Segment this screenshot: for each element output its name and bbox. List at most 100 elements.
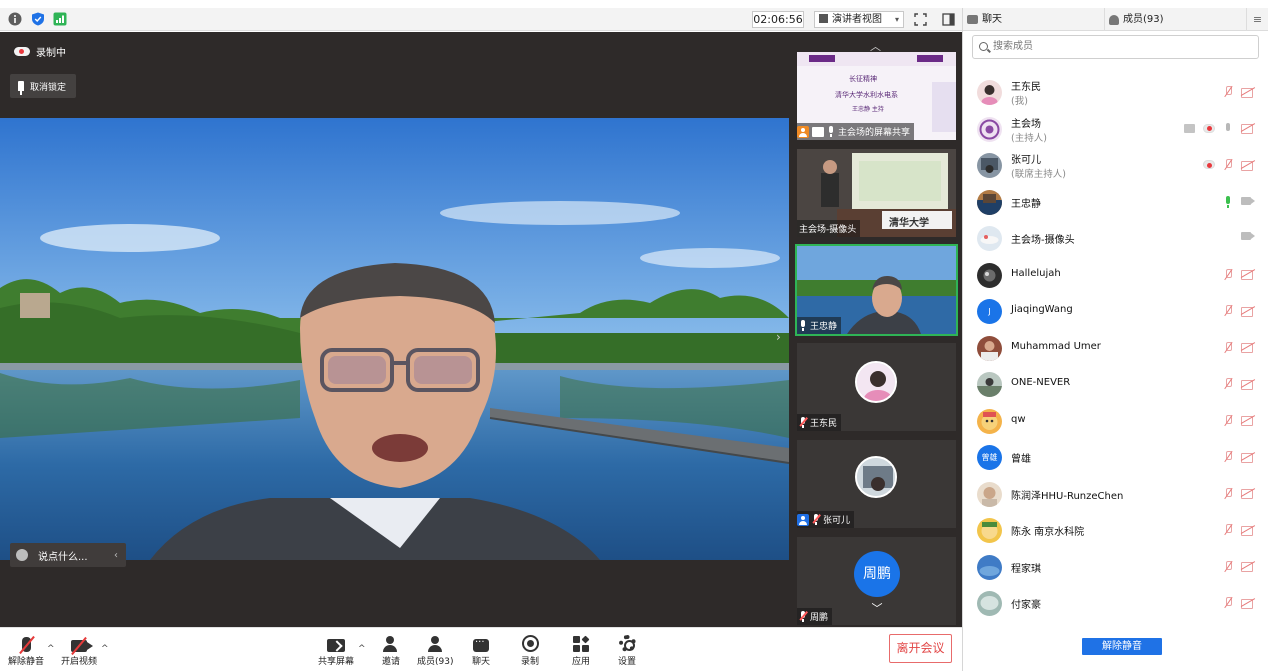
- tab-members[interactable]: 成员(93): [1109, 8, 1164, 31]
- camera-off-icon[interactable]: [1241, 160, 1255, 171]
- mic-off-icon[interactable]: [1223, 487, 1233, 500]
- members-button[interactable]: 成员(93): [417, 632, 453, 667]
- camera-off-icon[interactable]: [1241, 306, 1255, 317]
- mic-off-icon[interactable]: [1223, 341, 1233, 354]
- chat-button[interactable]: 聊天: [469, 632, 493, 667]
- avatar: 周鹏: [854, 551, 900, 597]
- member-row[interactable]: Hallelujah: [963, 257, 1268, 294]
- chat-input-bar[interactable]: 说点什么... ‹: [10, 543, 126, 567]
- mic-off-icon: [18, 635, 35, 655]
- mic-off-icon[interactable]: [1223, 304, 1233, 317]
- avatar: [855, 456, 897, 498]
- member-row[interactable]: J JiaqingWang: [963, 293, 1268, 330]
- member-row[interactable]: qw: [963, 403, 1268, 440]
- leave-meeting-button[interactable]: 离开会议: [889, 634, 952, 663]
- share-screen-button[interactable]: 共享屏幕: [318, 632, 354, 667]
- chat-icon: [967, 15, 978, 24]
- mic-off-icon[interactable]: [1223, 560, 1233, 573]
- member-row[interactable]: 付家豪: [963, 585, 1268, 622]
- member-row[interactable]: 陈润泽HHU-RunzeChen: [963, 476, 1268, 513]
- thumbnail-screen-share[interactable]: 长征精神 清华大学水利水电系 王忠静 主持 主会场的屏幕共享: [797, 52, 956, 140]
- signal-icon[interactable]: [53, 12, 67, 26]
- member-row[interactable]: 主会场 (主持人): [963, 111, 1268, 148]
- member-row[interactable]: 王东民 (我): [963, 74, 1268, 111]
- camera-off-icon[interactable]: [1241, 415, 1255, 426]
- search-members-input[interactable]: 搜索成员: [972, 35, 1259, 59]
- record-button[interactable]: 录制: [518, 632, 542, 667]
- cloud-record-icon[interactable]: [1203, 160, 1215, 169]
- camera-icon[interactable]: [1241, 231, 1255, 241]
- camera-icon[interactable]: [1241, 196, 1255, 206]
- emoji-icon[interactable]: [16, 549, 28, 561]
- info-icon[interactable]: [8, 12, 22, 26]
- avatar: [977, 262, 1002, 288]
- mic-icon: [799, 320, 807, 331]
- member-name: 陈润泽HHU-RunzeChen: [1011, 490, 1124, 502]
- thumbnail-camera[interactable]: 清华大学 主会场-摄像头: [797, 149, 956, 237]
- cloud-record-icon[interactable]: [1203, 123, 1215, 133]
- mic-off-icon: [799, 417, 808, 428]
- fullscreen-button[interactable]: [912, 11, 929, 28]
- panel-menu-button[interactable]: ≡: [1246, 8, 1268, 31]
- start-video-button[interactable]: 开启视频: [60, 632, 98, 667]
- chat-placeholder[interactable]: 说点什么...: [38, 548, 88, 563]
- member-status-icons: [1223, 596, 1255, 609]
- member-row[interactable]: 陈永 南京水科院: [963, 512, 1268, 549]
- mic-active-icon[interactable]: [1223, 195, 1233, 208]
- camera-off-icon[interactable]: [1241, 342, 1255, 353]
- member-row[interactable]: Muhammad Umer: [963, 330, 1268, 367]
- pin-icon: [18, 81, 24, 95]
- mic-off-icon[interactable]: [1223, 158, 1233, 171]
- unmute-button[interactable]: 解除静音: [8, 632, 44, 667]
- unpin-button[interactable]: 取消锁定: [10, 74, 77, 98]
- member-row[interactable]: 张可儿 (联席主持人): [963, 147, 1268, 184]
- camera-off-icon[interactable]: [1241, 269, 1255, 280]
- invite-button[interactable]: 邀请: [378, 632, 404, 667]
- thumbnail-avatar[interactable]: 张可儿: [797, 440, 956, 528]
- member-name: 张可儿: [1011, 155, 1041, 166]
- thumbnail-avatar[interactable]: 王东民: [797, 343, 956, 431]
- search-placeholder: 搜索成员: [993, 41, 1033, 52]
- mic-off-icon[interactable]: [1223, 377, 1233, 390]
- chevron-down-icon[interactable]: ﹀: [848, 598, 906, 620]
- apps-button[interactable]: 应用: [569, 632, 593, 667]
- member-row[interactable]: 曾雄 曾雄: [963, 439, 1268, 476]
- tab-chat[interactable]: 聊天: [967, 8, 1002, 31]
- member-row[interactable]: 主会场-摄像头: [963, 220, 1268, 257]
- camera-off-icon[interactable]: [1241, 561, 1255, 572]
- member-name: 王忠静: [1011, 198, 1041, 210]
- screen-share-icon: [812, 126, 824, 137]
- chevron-up-icon[interactable]: ^: [101, 644, 109, 654]
- chevron-right-icon[interactable]: ›: [776, 330, 781, 344]
- mic-off-icon[interactable]: [1223, 268, 1233, 281]
- toggle-sidebar-button[interactable]: [940, 11, 957, 28]
- mic-off-icon[interactable]: [1223, 596, 1233, 609]
- mic-off-icon: [812, 514, 821, 525]
- camera-off-icon[interactable]: [1241, 525, 1255, 536]
- chevron-left-icon[interactable]: ‹: [114, 550, 118, 561]
- member-name: qw: [1011, 413, 1026, 425]
- camera-off-icon[interactable]: [1241, 452, 1255, 463]
- screen-share-icon[interactable]: [1184, 123, 1195, 133]
- unmute-all-button[interactable]: 解除静音: [1082, 638, 1162, 655]
- camera-off-icon[interactable]: [1241, 123, 1255, 134]
- camera-off-icon[interactable]: [1241, 598, 1255, 609]
- member-row[interactable]: 程家琪: [963, 549, 1268, 586]
- mic-icon[interactable]: [1223, 122, 1233, 135]
- member-row[interactable]: 王忠静: [963, 184, 1268, 221]
- mic-off-icon[interactable]: [1223, 414, 1233, 427]
- camera-off-icon[interactable]: [1241, 488, 1255, 499]
- chevron-up-icon[interactable]: ^: [47, 644, 55, 654]
- settings-button[interactable]: 设置: [615, 632, 639, 667]
- thumbnail-speaker-active[interactable]: 王忠静: [795, 244, 958, 336]
- mic-off-icon[interactable]: [1223, 450, 1233, 463]
- camera-off-icon[interactable]: [1241, 379, 1255, 390]
- view-mode-select[interactable]: 演讲者视图 ▾: [814, 11, 904, 28]
- camera-off-icon: [71, 636, 93, 656]
- mic-off-icon[interactable]: [1223, 85, 1233, 98]
- chevron-up-icon[interactable]: ^: [358, 644, 366, 654]
- member-row[interactable]: ONE-NEVER: [963, 366, 1268, 403]
- shield-icon[interactable]: [31, 12, 45, 26]
- mic-off-icon[interactable]: [1223, 523, 1233, 536]
- camera-off-icon[interactable]: [1241, 87, 1255, 98]
